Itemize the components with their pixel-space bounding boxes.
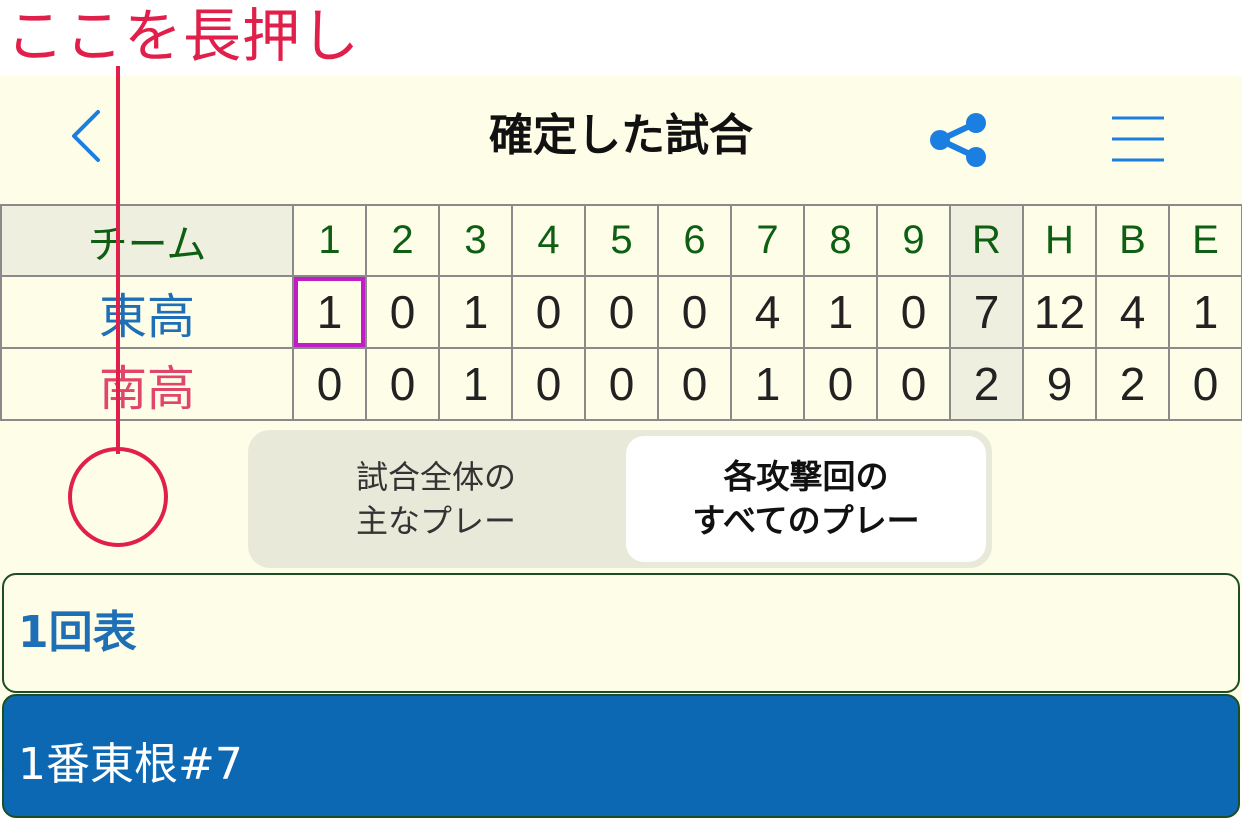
inning-header: 4 bbox=[511, 204, 586, 277]
hamburger-menu-icon bbox=[1112, 116, 1164, 162]
annotation-label: ここを長押し bbox=[6, 2, 361, 70]
runs-header: R bbox=[949, 204, 1024, 277]
errors-header: E bbox=[1168, 204, 1242, 277]
hits-header: H bbox=[1022, 204, 1097, 277]
walks-total-cell: 4 bbox=[1095, 275, 1170, 349]
inning-score-cell[interactable]: 0 bbox=[365, 275, 440, 349]
errors-total-cell: 0 bbox=[1168, 347, 1242, 421]
inning-header: 7 bbox=[730, 204, 805, 277]
inning-score-cell[interactable]: 0 bbox=[876, 347, 951, 421]
inning-score-cell[interactable]: 0 bbox=[803, 347, 878, 421]
segment-all-plays[interactable]: 各攻撃回の すべてのプレー bbox=[626, 436, 986, 562]
segment-label-line: すべてのプレー bbox=[692, 501, 920, 540]
inning-header: 6 bbox=[657, 204, 732, 277]
annotation-touch-circle bbox=[68, 447, 168, 547]
inning-score-cell[interactable]: 1 bbox=[438, 347, 513, 421]
hits-total-cell: 9 bbox=[1022, 347, 1097, 421]
page-title: 確定した試合 bbox=[489, 110, 753, 161]
team-name: 南高 bbox=[0, 347, 294, 421]
annotation-pointer-line bbox=[116, 66, 120, 454]
segment-main-plays[interactable]: 試合全体の 主なプレー bbox=[254, 436, 618, 562]
inning-score-cell[interactable]: 0 bbox=[584, 347, 659, 421]
runs-total-cell: 7 bbox=[949, 275, 1024, 349]
runs-total-cell: 2 bbox=[949, 347, 1024, 421]
segment-label-line: 主なプレー bbox=[355, 502, 516, 540]
team-column-header: チーム bbox=[0, 204, 294, 277]
view-mode-segmented-control: 試合全体の 主なプレー 各攻撃回の すべてのプレー bbox=[248, 430, 992, 568]
inning-header: 8 bbox=[803, 204, 878, 277]
walks-header: B bbox=[1095, 204, 1170, 277]
inning-score-cell[interactable]: 4 bbox=[730, 275, 805, 349]
scoreboard-row: 東高 1 0 1 0 0 0 4 1 0 7 12 4 1 bbox=[0, 275, 1242, 349]
menu-button[interactable] bbox=[1110, 114, 1166, 164]
team-name: 東高 bbox=[0, 275, 294, 349]
inning-header: 2 bbox=[365, 204, 440, 277]
segment-label-line: 試合全体の bbox=[355, 458, 516, 496]
batter-list-item[interactable]: 1番東根#7 bbox=[2, 694, 1240, 818]
segment-label-line: 各攻撃回の bbox=[723, 457, 889, 496]
inning-score-cell[interactable]: 0 bbox=[876, 275, 951, 349]
inning-header: 9 bbox=[876, 204, 951, 277]
inning-score-cell[interactable]: 0 bbox=[657, 275, 732, 349]
inning-score-cell-selected[interactable]: 1 bbox=[292, 275, 367, 349]
inning-score-cell[interactable]: 0 bbox=[292, 347, 367, 421]
share-icon bbox=[930, 113, 986, 167]
app-screen: 確定した試合 チーム 1 2 3 4 5 6 7 8 9 R H B E 東高 … bbox=[0, 76, 1242, 818]
scoreboard-row: 南高 0 0 1 0 0 0 1 0 0 2 9 2 0 bbox=[0, 347, 1242, 421]
batter-label: 1番東根#7 bbox=[18, 739, 243, 790]
inning-score-cell[interactable]: 0 bbox=[657, 347, 732, 421]
scoreboard-table: チーム 1 2 3 4 5 6 7 8 9 R H B E 東高 1 0 1 0… bbox=[0, 204, 1242, 421]
inning-score-cell[interactable]: 0 bbox=[511, 347, 586, 421]
navigation-bar: 確定した試合 bbox=[0, 76, 1242, 202]
inning-score-cell[interactable]: 1 bbox=[803, 275, 878, 349]
scoreboard-header-row: チーム 1 2 3 4 5 6 7 8 9 R H B E bbox=[0, 204, 1242, 277]
inning-header: 1 bbox=[292, 204, 367, 277]
hits-total-cell: 12 bbox=[1022, 275, 1097, 349]
inning-score-cell[interactable]: 0 bbox=[584, 275, 659, 349]
walks-total-cell: 2 bbox=[1095, 347, 1170, 421]
inning-header: 3 bbox=[438, 204, 513, 277]
inning-title: 1回表 bbox=[18, 607, 137, 658]
share-button[interactable] bbox=[926, 112, 990, 168]
inning-score-cell[interactable]: 1 bbox=[730, 347, 805, 421]
inning-score-cell[interactable]: 1 bbox=[438, 275, 513, 349]
inning-score-cell[interactable]: 0 bbox=[365, 347, 440, 421]
inning-score-cell[interactable]: 0 bbox=[511, 275, 586, 349]
inning-section-header[interactable]: 1回表 bbox=[2, 573, 1240, 693]
inning-header: 5 bbox=[584, 204, 659, 277]
errors-total-cell: 1 bbox=[1168, 275, 1242, 349]
